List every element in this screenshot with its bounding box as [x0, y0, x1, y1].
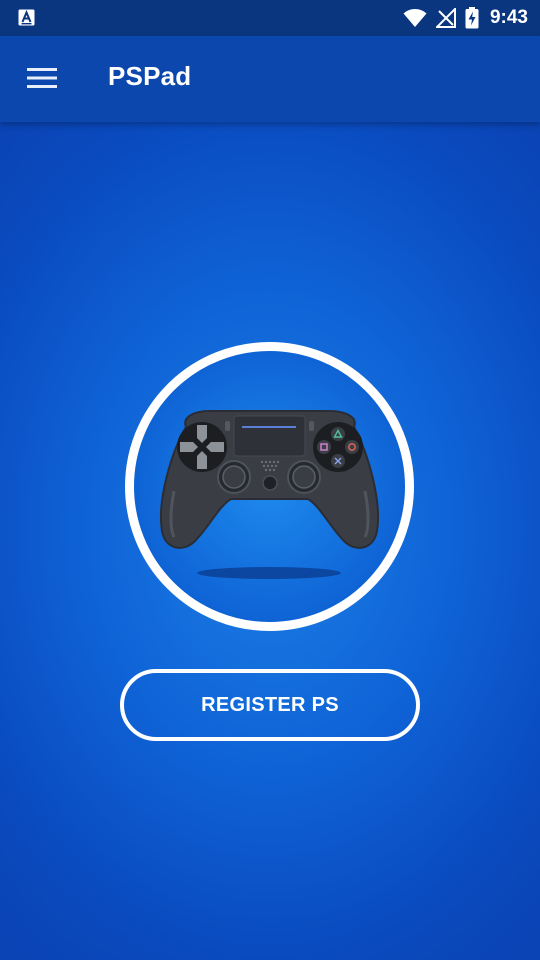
status-icons: 9:43	[403, 0, 528, 36]
app-bar: PSPad	[0, 36, 540, 122]
status-bar: 9:43	[0, 0, 540, 36]
wifi-icon	[403, 9, 427, 27]
register-ps-button[interactable]: REGISTER PS	[120, 669, 420, 741]
battery-charging-icon	[465, 7, 479, 29]
app-a-notification-icon	[18, 9, 35, 26]
no-signal-icon	[435, 8, 456, 28]
hamburger-menu-icon[interactable]	[27, 66, 57, 90]
game-controller-icon	[125, 342, 414, 631]
app-title: PSPad	[108, 61, 192, 91]
status-time: 9:43	[489, 7, 528, 28]
